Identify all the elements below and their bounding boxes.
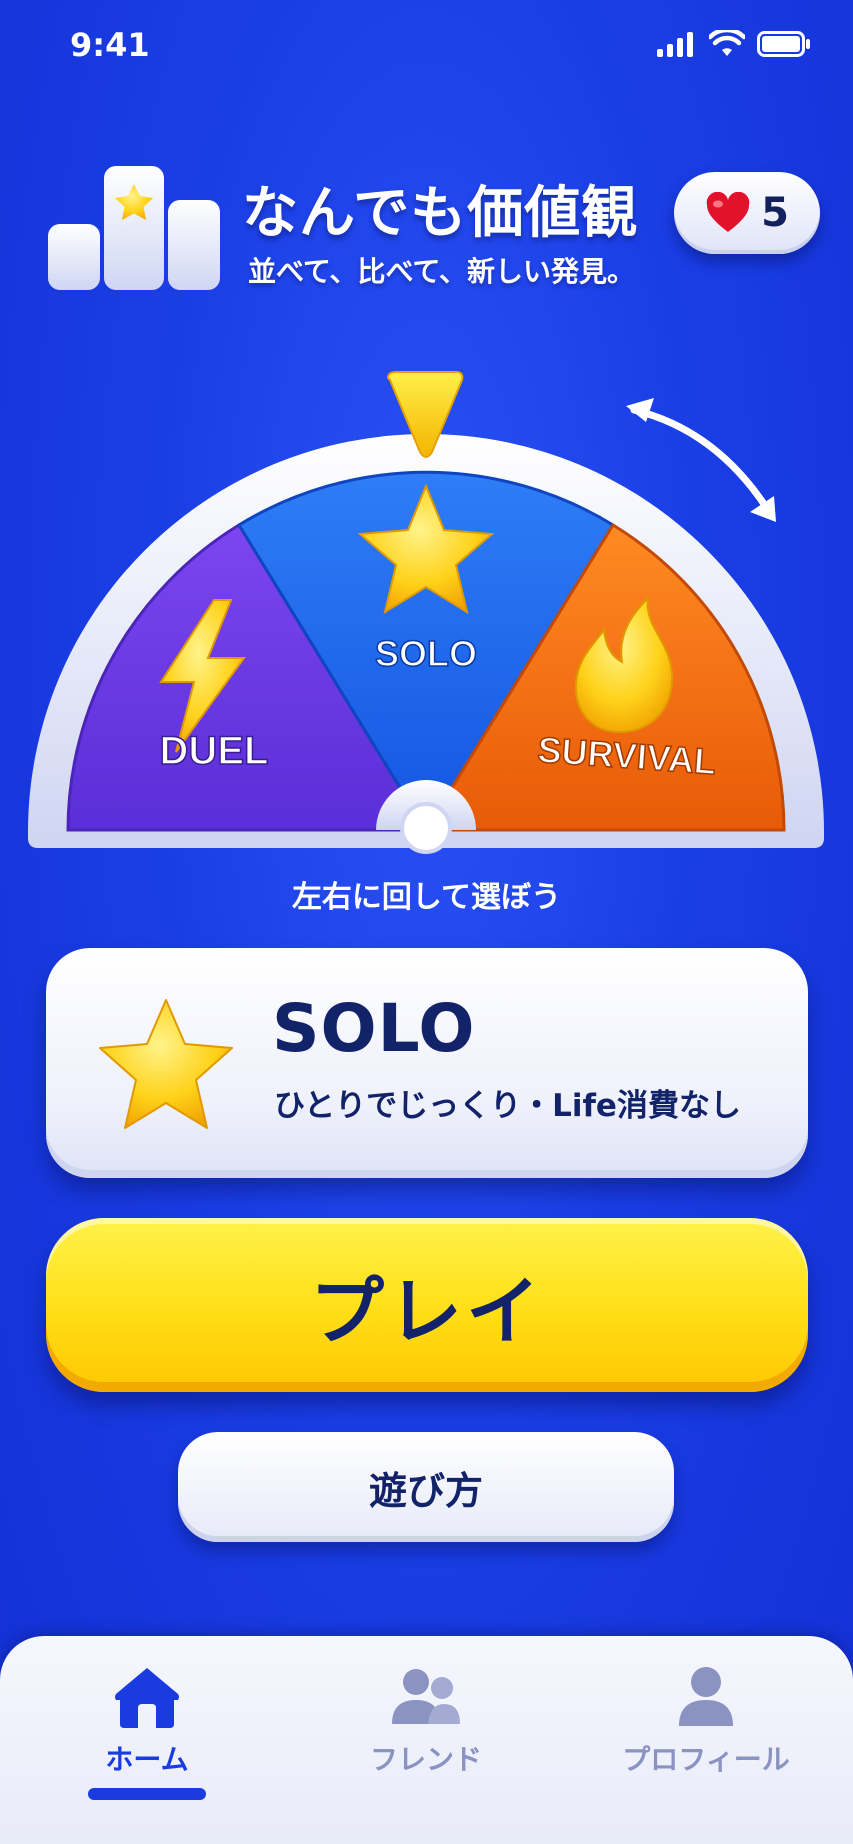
profile-icon [679, 1667, 733, 1726]
lives-count: 5 [761, 190, 789, 236]
play-button[interactable]: プレイ [46, 1218, 808, 1392]
podium-star-icon [48, 166, 220, 290]
app-title: なんでも価値観 [242, 181, 639, 246]
wheel-label-duel: DUEL [160, 729, 269, 773]
tab-home[interactable]: ホーム [47, 1664, 247, 1824]
heart-icon [706, 192, 750, 232]
app-subtitle: 並べて、比べて、新しい発見。 [248, 255, 635, 288]
active-tab-indicator [88, 1788, 206, 1800]
mode-wheel[interactable]: DUEL SOLO SURVIVAL [26, 360, 826, 860]
friends-icon [392, 1669, 460, 1724]
wheel-hint: 左右に回して選ぼう [291, 880, 562, 915]
how-to-play-button[interactable]: 遊び方 [178, 1432, 674, 1542]
mode-card-title: SOLO [272, 990, 476, 1067]
home-icon [115, 1668, 179, 1728]
status-icons [657, 30, 811, 58]
wheel-hub [400, 802, 452, 854]
tab-friends[interactable]: フレンド [326, 1664, 526, 1824]
tab-profile-label: プロフィール [622, 1743, 790, 1776]
mode-card-description: ひとりでじっくり・Life消費なし [274, 1088, 741, 1124]
tab-friends-label: フレンド [369, 1743, 482, 1776]
wifi-icon [709, 30, 745, 56]
tab-profile[interactable]: プロフィール [606, 1664, 806, 1824]
status-time: 9:41 [70, 26, 150, 64]
signal-icon [657, 32, 693, 57]
star-icon [99, 999, 233, 1129]
tab-home-label: ホーム [105, 1743, 189, 1776]
battery-icon [757, 31, 810, 57]
lives-badge[interactable]: 5 [674, 172, 820, 254]
wheel-label-solo: SOLO [375, 633, 477, 674]
